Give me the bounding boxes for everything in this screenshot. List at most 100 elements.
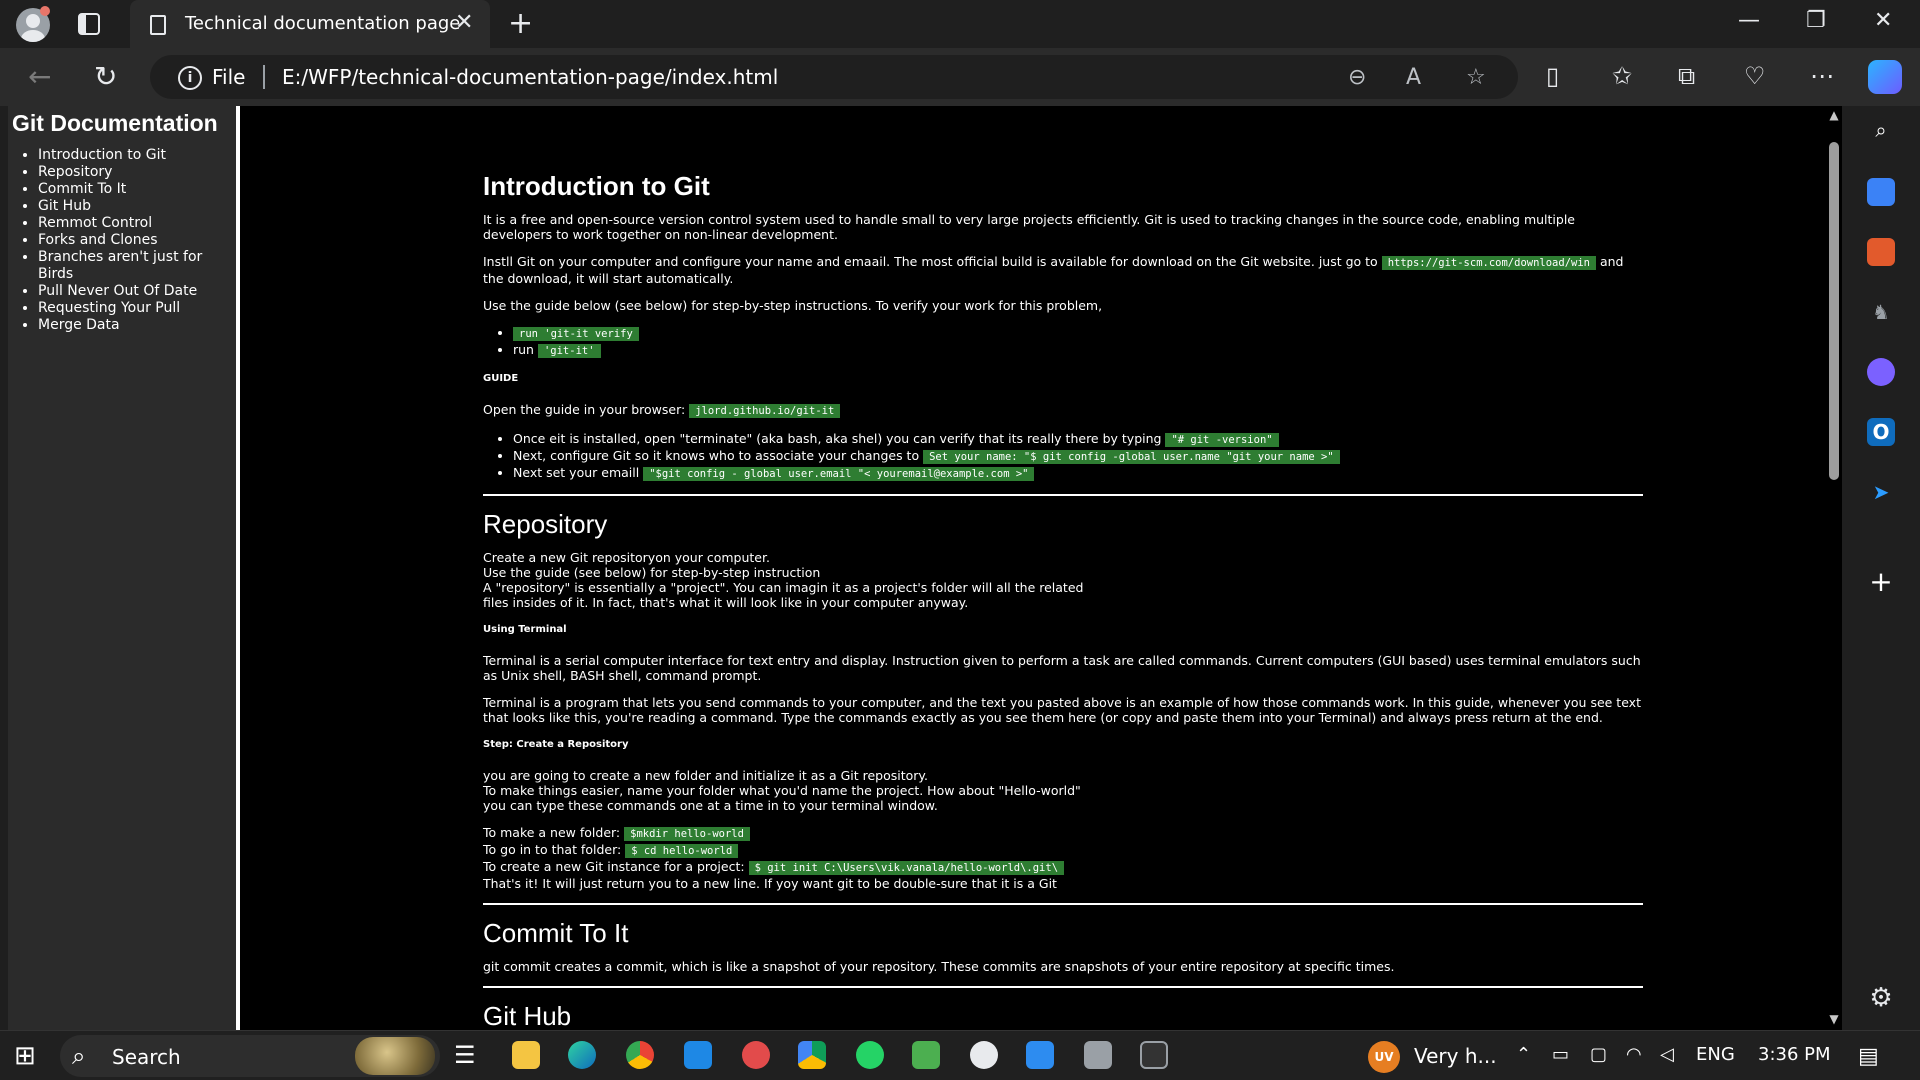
nav-link-github[interactable]: Git Hub xyxy=(38,198,91,214)
add-sidebar-app-icon[interactable]: + xyxy=(1867,568,1895,596)
task-view-icon[interactable]: ☰ xyxy=(454,1041,476,1069)
nav-link-repository[interactable]: Repository xyxy=(38,164,112,180)
list-text: Once eit is installed, open "terminate" … xyxy=(513,431,1162,446)
weather-text[interactable]: Very h... xyxy=(1414,1044,1497,1068)
paint-icon[interactable] xyxy=(742,1041,770,1069)
url-text[interactable]: E:/WFP/technical-documentation-page/inde… xyxy=(282,65,778,89)
nav-link-requesting-pull[interactable]: Requesting Your Pull xyxy=(38,300,180,316)
page-scrollbar[interactable]: ▲ ▼ xyxy=(1826,106,1842,1030)
whatsapp-icon[interactable] xyxy=(856,1041,884,1069)
nav-link-remote-control[interactable]: Remmot Control xyxy=(38,215,152,231)
section-heading: Introduction to Git xyxy=(483,171,710,201)
nav-link-forks-clones[interactable]: Forks and Clones xyxy=(38,232,158,248)
code-snippet: $ cd hello-world xyxy=(625,844,739,858)
nav-item[interactable]: Forks and Clones xyxy=(38,232,232,249)
vscode-icon[interactable] xyxy=(1026,1041,1054,1069)
new-tab-icon[interactable]: + xyxy=(508,6,533,41)
microsoft365-icon[interactable] xyxy=(1867,358,1895,386)
nav-item[interactable]: Introduction to Git xyxy=(38,147,232,164)
outlook-icon[interactable]: O xyxy=(1867,418,1895,446)
scroll-thumb[interactable] xyxy=(1829,142,1839,480)
photos-icon[interactable] xyxy=(912,1041,940,1069)
scroll-down-icon[interactable]: ▼ xyxy=(1828,1012,1840,1026)
sidebar-settings-gear-icon[interactable]: ⚙ xyxy=(1867,984,1895,1012)
scroll-up-icon[interactable]: ▲ xyxy=(1828,108,1840,122)
language-indicator[interactable]: ENG xyxy=(1696,1044,1735,1065)
clock-time[interactable]: 3:36 PM xyxy=(1758,1044,1831,1065)
back-icon[interactable]: ← xyxy=(28,60,51,93)
paragraph-text: To create a new Git instance for a proje… xyxy=(483,859,745,874)
windows-start-icon[interactable]: ⊞ xyxy=(14,1041,36,1071)
nav-item[interactable]: Remmot Control xyxy=(38,215,232,232)
list-text: Next, configure Git so it knows who to a… xyxy=(513,448,920,463)
nav-link-introduction[interactable]: Introduction to Git xyxy=(38,147,166,163)
nav-item[interactable]: Repository xyxy=(38,164,232,181)
nav-list: Introduction to Git Repository Commit To… xyxy=(12,147,232,334)
battery-icon[interactable]: ▭ xyxy=(1552,1044,1569,1065)
drop-send-icon[interactable]: ➤ xyxy=(1867,478,1895,506)
edge-icon[interactable] xyxy=(568,1041,596,1069)
paragraph: Open the guide in your browser: jlord.gi… xyxy=(483,402,1643,419)
google-drive-icon[interactable] xyxy=(798,1041,826,1069)
taskbar-search[interactable]: ⌕ Search xyxy=(60,1035,440,1077)
notifications-icon[interactable]: ▤ xyxy=(1858,1044,1879,1069)
more-options-icon[interactable]: ⋯ xyxy=(1810,62,1834,90)
close-window-icon[interactable]: ✕ xyxy=(1874,8,1892,33)
nav-link-commit[interactable]: Commit To It xyxy=(38,181,126,197)
code-snippet: "# git -version" xyxy=(1165,433,1279,447)
nav-link-merge-data[interactable]: Merge Data xyxy=(38,317,120,333)
meet-now-icon[interactable]: ▢ xyxy=(1590,1044,1607,1065)
volume-icon[interactable]: ◁ xyxy=(1660,1044,1674,1065)
paragraph-text: Instll Git on your computer and configur… xyxy=(483,254,1378,269)
minimize-icon[interactable]: — xyxy=(1738,8,1760,33)
shopping-tag-icon[interactable] xyxy=(1867,178,1895,206)
toolbar: ← ↻ i File E:/WFP/technical-documentatio… xyxy=(0,48,1920,106)
nav-item[interactable]: Git Hub xyxy=(38,198,232,215)
read-aloud-icon[interactable]: A xyxy=(1406,65,1421,90)
nav-item[interactable]: Branches aren't just for Birds xyxy=(38,249,232,283)
refresh-icon[interactable]: ↻ xyxy=(94,60,117,93)
nav-item[interactable]: Pull Never Out Of Date xyxy=(38,283,232,300)
collections-icon[interactable]: ⧉ xyxy=(1678,62,1695,90)
copilot-icon[interactable] xyxy=(1868,60,1902,94)
nav-item[interactable]: Requesting Your Pull xyxy=(38,300,232,317)
mail-icon[interactable] xyxy=(684,1041,712,1069)
paragraph-line: you are going to create a new folder and… xyxy=(483,768,929,783)
tab-actions-icon[interactable] xyxy=(78,13,100,35)
list-item: run 'git-it' xyxy=(513,342,1643,359)
nav-item[interactable]: Commit To It xyxy=(38,181,232,198)
terminal-icon[interactable] xyxy=(1140,1041,1168,1069)
nav-link-pull[interactable]: Pull Never Out Of Date xyxy=(38,283,197,299)
info-icon[interactable]: i xyxy=(178,66,202,90)
tools-icon[interactable] xyxy=(1867,238,1895,266)
nav-link-branches[interactable]: Branches aren't just for Birds xyxy=(38,249,202,282)
chrome-icon[interactable] xyxy=(626,1041,654,1069)
split-screen-icon[interactable]: ▯ xyxy=(1546,62,1559,90)
nav-item[interactable]: Merge Data xyxy=(38,317,232,334)
close-tab-icon[interactable]: ✕ xyxy=(455,10,473,35)
snipping-tool-icon[interactable] xyxy=(1084,1041,1112,1069)
paragraph: Instll Git on your computer and configur… xyxy=(483,254,1643,286)
sidebar-search-icon[interactable]: ⌕ xyxy=(1867,116,1895,144)
restore-icon[interactable]: ❐ xyxy=(1806,8,1826,33)
paragraph-text: That's it! It will just return you to a … xyxy=(483,876,1057,891)
paragraph-line: Create a new Git repositoryon your compu… xyxy=(483,550,770,565)
code-snippet: $mkdir hello-world xyxy=(624,827,750,841)
weather-badge[interactable]: UV xyxy=(1368,1041,1400,1073)
list-item: Next, configure Git so it knows who to a… xyxy=(513,448,1643,465)
github-icon[interactable] xyxy=(970,1041,998,1069)
browser-essentials-icon[interactable]: ♡ xyxy=(1744,62,1766,90)
games-icon[interactable]: ♞ xyxy=(1867,298,1895,326)
file-explorer-icon[interactable] xyxy=(512,1041,540,1069)
address-bar[interactable]: i File E:/WFP/technical-documentation-pa… xyxy=(150,55,1518,99)
favorites-icon[interactable]: ✩ xyxy=(1612,62,1632,90)
zoom-out-icon[interactable]: ⊖ xyxy=(1348,65,1366,90)
address-prefix: File xyxy=(212,65,246,89)
list-item: Once eit is installed, open "terminate" … xyxy=(513,431,1643,448)
show-hidden-icons-icon[interactable]: ⌃ xyxy=(1516,1044,1531,1065)
favorite-star-icon[interactable]: ☆ xyxy=(1466,65,1486,90)
tab-technical-documentation[interactable]: Technical documentation page ✕ xyxy=(130,0,490,48)
section-introduction: Introduction to Git It is a free and ope… xyxy=(483,170,1643,482)
paragraph: Terminal is a program that lets you send… xyxy=(483,695,1641,725)
wifi-icon[interactable]: ◠ xyxy=(1626,1044,1642,1065)
